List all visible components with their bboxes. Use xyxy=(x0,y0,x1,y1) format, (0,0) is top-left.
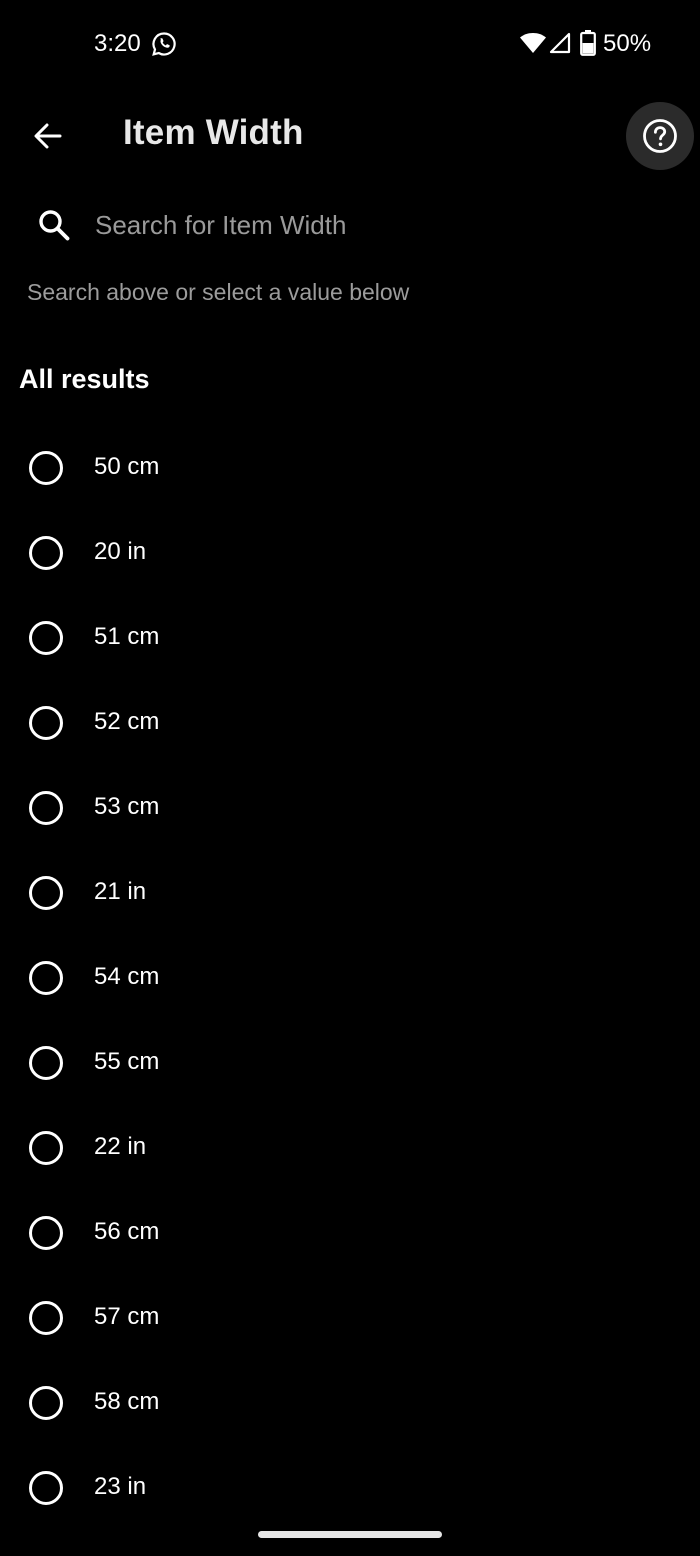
options-list: 50 cm 20 in 51 cm 52 cm 53 cm 21 in 54 c… xyxy=(0,425,700,1530)
radio-option[interactable]: 50 cm xyxy=(0,425,700,510)
option-label: 53 cm xyxy=(94,793,160,820)
help-button[interactable] xyxy=(626,102,694,170)
radio-option[interactable]: 58 cm xyxy=(0,1360,700,1445)
radio-option[interactable]: 56 cm xyxy=(0,1190,700,1275)
radio-button[interactable] xyxy=(29,876,63,910)
screen: 3:20 50% Item Width Search for Item Widt… xyxy=(0,0,700,1556)
radio-button[interactable] xyxy=(29,451,63,485)
option-label: 50 cm xyxy=(94,453,160,480)
radio-option[interactable]: 55 cm xyxy=(0,1020,700,1105)
option-label: 54 cm xyxy=(94,963,160,990)
status-time: 3:20 xyxy=(94,30,141,57)
back-button[interactable] xyxy=(18,106,78,166)
whatsapp-icon xyxy=(152,32,176,56)
radio-button[interactable] xyxy=(29,706,63,740)
radio-option[interactable]: 20 in xyxy=(0,510,700,595)
option-label: 55 cm xyxy=(94,1048,160,1075)
helper-text: Search above or select a value below xyxy=(27,279,410,305)
radio-option[interactable]: 51 cm xyxy=(0,595,700,680)
home-indicator[interactable] xyxy=(258,1531,442,1538)
battery-percent: 50% xyxy=(603,30,652,57)
radio-button[interactable] xyxy=(29,621,63,655)
battery-icon xyxy=(580,30,596,56)
radio-button[interactable] xyxy=(29,536,63,570)
cell-signal-icon xyxy=(549,32,571,54)
question-circle-icon xyxy=(643,119,677,153)
option-label: 20 in xyxy=(94,538,147,565)
option-label: 57 cm xyxy=(94,1303,160,1330)
option-label: 23 in xyxy=(94,1473,147,1500)
radio-option[interactable]: 22 in xyxy=(0,1105,700,1190)
radio-button[interactable] xyxy=(29,791,63,825)
search-icon xyxy=(39,210,70,241)
search-input[interactable] xyxy=(95,200,655,250)
radio-button[interactable] xyxy=(29,1216,63,1250)
option-label: 22 in xyxy=(94,1133,147,1160)
radio-option[interactable]: 23 in xyxy=(0,1445,700,1530)
radio-button[interactable] xyxy=(29,1386,63,1420)
status-bar: 3:20 50% xyxy=(0,0,700,88)
radio-button[interactable] xyxy=(29,1046,63,1080)
option-label: 56 cm xyxy=(94,1218,160,1245)
page-title: Item Width xyxy=(123,113,304,152)
radio-button[interactable] xyxy=(29,1131,63,1165)
option-label: 51 cm xyxy=(94,623,160,650)
radio-button[interactable] xyxy=(29,1301,63,1335)
radio-option[interactable]: 52 cm xyxy=(0,680,700,765)
radio-button[interactable] xyxy=(29,961,63,995)
option-label: 21 in xyxy=(94,878,147,905)
arrow-left-icon xyxy=(34,123,62,149)
section-title: All results xyxy=(19,364,150,394)
option-label: 52 cm xyxy=(94,708,160,735)
wifi-icon xyxy=(520,33,546,53)
option-label: 58 cm xyxy=(94,1388,160,1415)
radio-option[interactable]: 57 cm xyxy=(0,1275,700,1360)
radio-option[interactable]: 21 in xyxy=(0,850,700,935)
radio-option[interactable]: 54 cm xyxy=(0,935,700,1020)
radio-button[interactable] xyxy=(29,1471,63,1505)
search-bar xyxy=(0,192,700,258)
radio-option[interactable]: 53 cm xyxy=(0,765,700,850)
